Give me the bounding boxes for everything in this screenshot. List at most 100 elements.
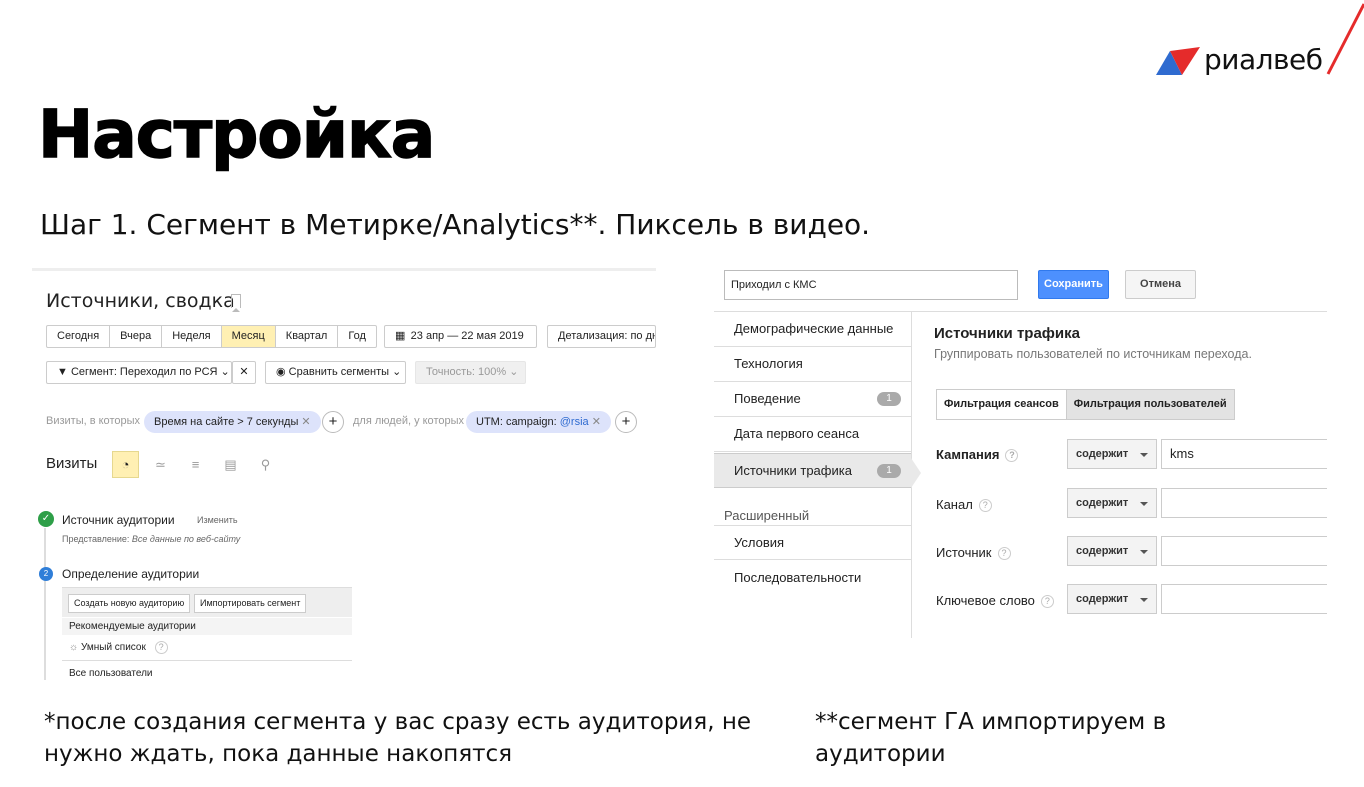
close-icon[interactable]: ✕ bbox=[232, 361, 256, 384]
recommended-header: Рекомендуемые аудитории bbox=[62, 618, 352, 635]
segment-name-input[interactable]: Приходил с КМС bbox=[724, 270, 1018, 300]
period-year[interactable]: Год bbox=[338, 326, 376, 347]
brand-name: риалвеб bbox=[1204, 43, 1323, 76]
accuracy-label: Точность: 100% bbox=[426, 366, 507, 378]
audience-list: Создать новую аудиторию Импортировать се… bbox=[62, 587, 352, 683]
accuracy-button[interactable]: Точность: 100% ⌄ bbox=[415, 361, 526, 384]
nav-item-label: Источники трафика bbox=[734, 463, 852, 478]
map-pin-icon[interactable]: ⚲ bbox=[252, 451, 279, 478]
help-icon[interactable]: ? bbox=[1040, 595, 1054, 609]
nav-item-first-session[interactable]: Дата первого сеанса bbox=[714, 417, 911, 452]
nav-count-badge: 1 bbox=[877, 392, 901, 406]
channel-operator-select[interactable]: содержит bbox=[1067, 488, 1157, 518]
nav-item-label: Дата первого сеанса bbox=[734, 426, 860, 441]
report-title: Источники, сводка bbox=[46, 290, 235, 312]
brand-logo-icon bbox=[1156, 47, 1200, 75]
bar-chart-icon[interactable]: ▤ bbox=[217, 451, 244, 478]
detail-button[interactable]: Детализация: по дн bbox=[547, 325, 656, 348]
keyword-label-text: Ключевое слово bbox=[936, 593, 1035, 608]
period-month[interactable]: Месяц bbox=[221, 326, 276, 347]
area-chart-icon[interactable]: ≡ bbox=[182, 451, 209, 478]
people-condition-label: UTM: campaign: bbox=[476, 416, 560, 428]
nav-item-behavior[interactable]: Поведение 1 bbox=[714, 382, 911, 417]
period-selector: Сегодня Вчера Неделя Месяц Квартал Год bbox=[46, 325, 377, 348]
keyword-operator-select[interactable]: содержит bbox=[1067, 584, 1157, 614]
keyword-label: Ключевое слово? bbox=[936, 593, 1054, 609]
nav-item-label: Условия bbox=[734, 535, 785, 550]
view-value: Все данные по веб-сайту bbox=[131, 534, 241, 544]
nav-item-traffic-sources[interactable]: Источники трафика 1 bbox=[714, 453, 911, 488]
source-label-text: Источник bbox=[936, 545, 992, 560]
nav-item-label: Демографические данные bbox=[734, 321, 894, 336]
nav-item-conditions[interactable]: Условия bbox=[714, 525, 911, 560]
close-icon[interactable]: ✕ bbox=[301, 416, 310, 428]
campaign-operator-select[interactable]: содержит bbox=[1067, 439, 1157, 469]
check-icon: ✓ bbox=[38, 511, 54, 527]
help-icon[interactable]: ? bbox=[1005, 449, 1019, 463]
footnote-left: *после создания сегмента у вас сразу ест… bbox=[44, 709, 752, 767]
period-quarter[interactable]: Квартал bbox=[276, 326, 339, 347]
view-label: Представление: bbox=[62, 534, 130, 544]
keyword-value-input[interactable] bbox=[1161, 584, 1327, 614]
campaign-label-text: Кампания bbox=[936, 447, 1000, 462]
smart-list-label: Умный список bbox=[80, 642, 146, 653]
add-condition-button[interactable]: + bbox=[615, 411, 637, 433]
audience-source-edit-link[interactable]: Изменить bbox=[197, 515, 238, 525]
chart-type-switcher: ◔ ≃ ≡ ▤ ⚲ bbox=[112, 451, 279, 478]
section-heading: Источники трафика bbox=[934, 325, 1080, 342]
bookmark-icon[interactable] bbox=[231, 294, 241, 312]
section-subheading: Группировать пользователей по источникам… bbox=[934, 347, 1252, 361]
step-number-badge: 2 bbox=[39, 567, 53, 581]
nav-count-badge: 1 bbox=[877, 464, 901, 478]
close-icon[interactable]: ✕ bbox=[592, 416, 601, 428]
people-condition-chip[interactable]: UTM: campaign: @rsia ✕ bbox=[466, 411, 611, 433]
visits-label: Визиты bbox=[46, 455, 98, 472]
list-item[interactable]: ☼ Умный список ? bbox=[62, 637, 352, 661]
chevron-down-icon: ⌄ bbox=[220, 366, 230, 378]
create-audience-button[interactable]: Создать новую аудиторию bbox=[68, 594, 191, 613]
period-yesterday[interactable]: Вчера bbox=[110, 326, 163, 347]
divider bbox=[32, 268, 656, 271]
nav-item-demographics[interactable]: Демографические данные bbox=[714, 312, 911, 347]
campaign-value-input[interactable]: kms bbox=[1161, 439, 1327, 469]
period-week[interactable]: Неделя bbox=[162, 326, 222, 347]
chevron-down-icon: ⌄ bbox=[392, 366, 402, 378]
period-today[interactable]: Сегодня bbox=[47, 326, 111, 347]
list-item[interactable]: Все пользователи bbox=[62, 665, 352, 683]
visit-condition-chip[interactable]: Время на сайте > 7 секунды ✕ bbox=[144, 411, 321, 433]
filter-icon: ▼ bbox=[57, 366, 68, 378]
slide-title: Настройка bbox=[37, 95, 436, 174]
nav-item-label: Поведение bbox=[734, 391, 801, 406]
help-icon[interactable]: ? bbox=[997, 547, 1011, 561]
segment-button[interactable]: ▼ Сегмент: Переходил по РСЯ ⌄ bbox=[46, 361, 232, 384]
save-button[interactable]: Сохранить bbox=[1038, 270, 1109, 299]
footnote-right: **сегмент ГА импортируем в аудитории bbox=[815, 709, 1167, 767]
cancel-button[interactable]: Отмена bbox=[1125, 270, 1196, 299]
help-icon[interactable]: ? bbox=[978, 499, 992, 513]
filter-tabs: Фильтрация сеансов Фильтрация пользовате… bbox=[936, 389, 1235, 420]
audience-source-title: Источник аудитории bbox=[62, 513, 175, 527]
brand-slash-decoration bbox=[1326, 3, 1364, 75]
line-chart-icon[interactable]: ≃ bbox=[147, 451, 174, 478]
channel-label-text: Канал bbox=[936, 497, 973, 512]
compare-segments-button[interactable]: ◉ Сравнить сегменты ⌄ bbox=[265, 361, 406, 384]
tab-user-filter[interactable]: Фильтрация пользователей bbox=[1065, 390, 1234, 419]
source-operator-select[interactable]: содержит bbox=[1067, 536, 1157, 566]
import-segment-button[interactable]: Импортировать сегмент bbox=[194, 594, 307, 613]
pie-chart-icon[interactable]: ◔ bbox=[112, 451, 139, 478]
active-nav-pointer bbox=[911, 458, 921, 488]
people-where-label: для людей, у которых bbox=[353, 415, 464, 427]
date-range-button[interactable]: ▦ 23 апр — 22 мая 2019 bbox=[384, 325, 537, 348]
add-condition-button[interactable]: + bbox=[322, 411, 344, 433]
channel-value-input[interactable] bbox=[1161, 488, 1327, 518]
nav-item-label: Технология bbox=[734, 356, 803, 371]
nav-item-sequences[interactable]: Последовательности bbox=[714, 561, 911, 596]
channel-label: Канал? bbox=[936, 497, 992, 513]
audience-define-title: Определение аудитории bbox=[62, 567, 200, 581]
date-range-label: 23 апр — 22 мая 2019 bbox=[410, 330, 524, 342]
tab-session-filter[interactable]: Фильтрация сеансов bbox=[937, 390, 1066, 419]
nav-item-technology[interactable]: Технология bbox=[714, 347, 911, 382]
help-icon[interactable]: ? bbox=[154, 640, 168, 654]
source-label: Источник? bbox=[936, 545, 1011, 561]
source-value-input[interactable] bbox=[1161, 536, 1327, 566]
